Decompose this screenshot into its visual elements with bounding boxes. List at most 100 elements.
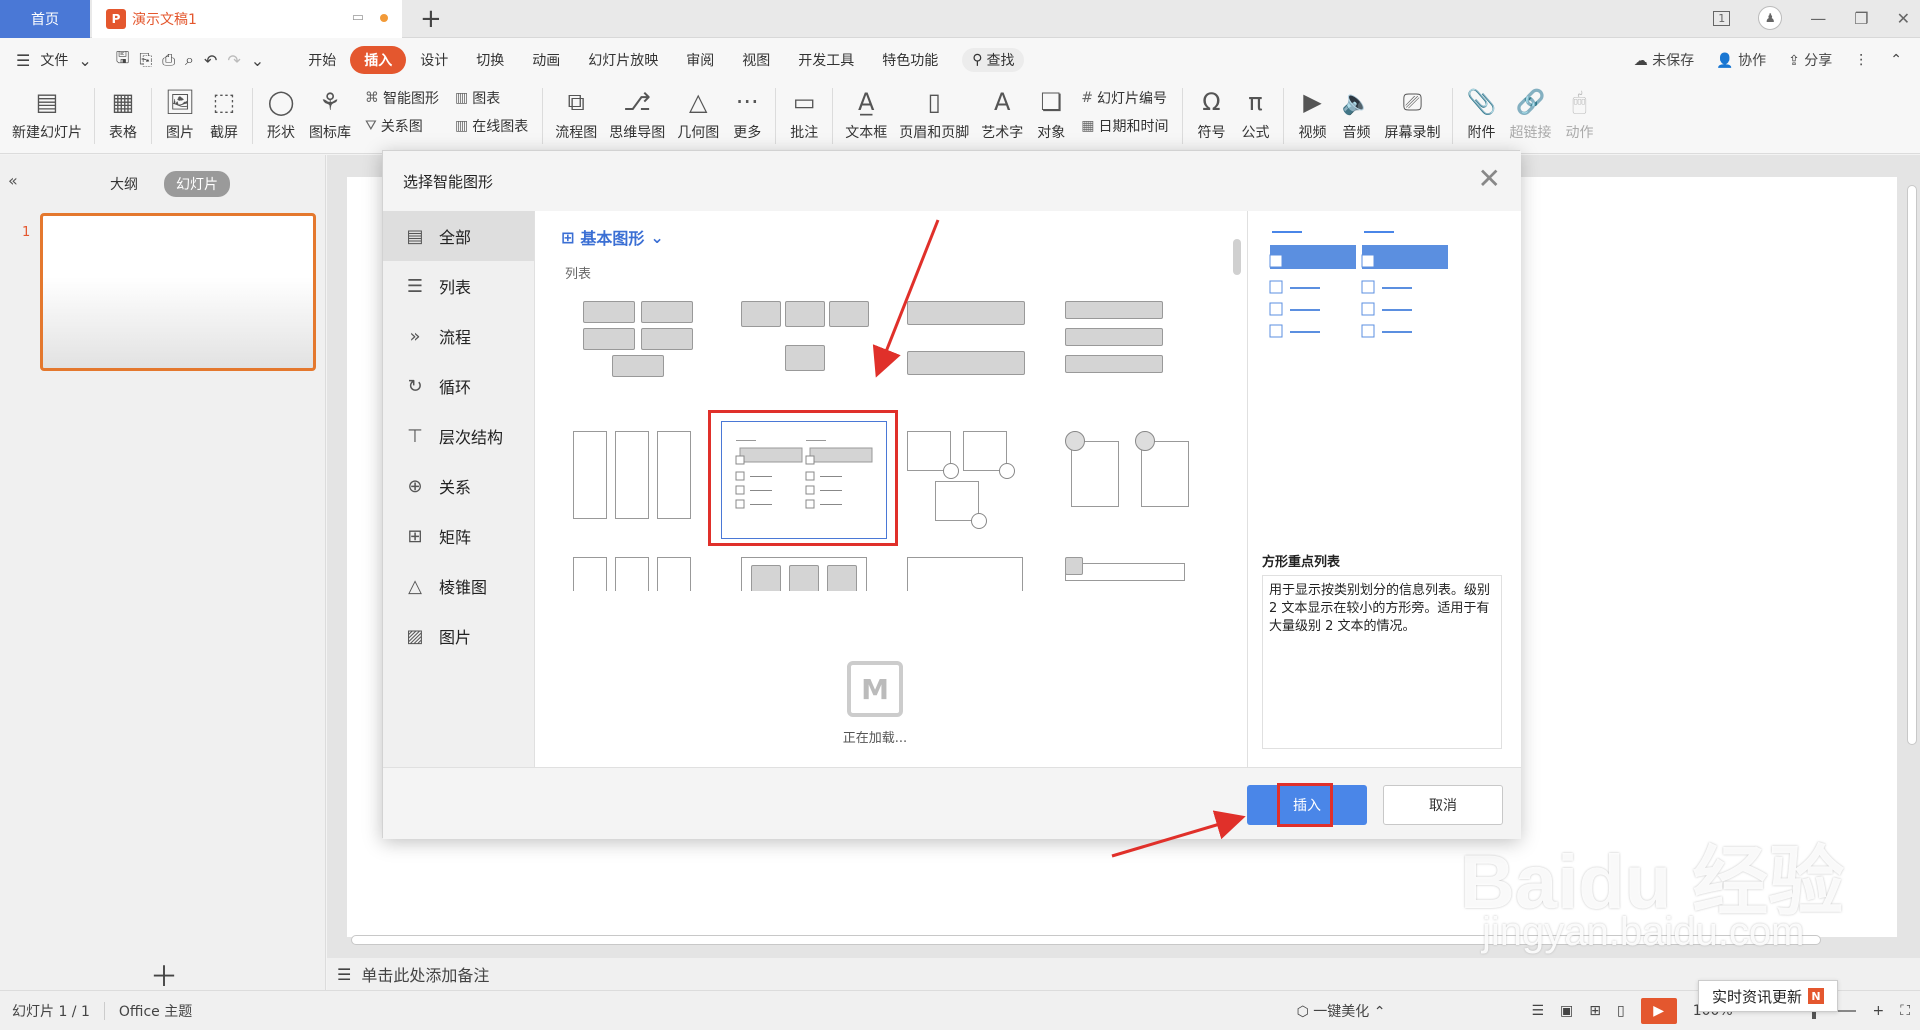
tab-review[interactable]: 审阅 bbox=[672, 46, 728, 74]
category-list-item[interactable]: ☰ 列表 bbox=[383, 261, 534, 311]
relation-button[interactable]: ⛛ 关系图 bbox=[365, 116, 439, 136]
chevron-down-icon[interactable]: ⌄ bbox=[78, 51, 91, 70]
collapse-ribbon-icon[interactable]: ⌃ bbox=[1890, 52, 1902, 68]
category-all[interactable]: ▤ 全部 bbox=[383, 211, 534, 261]
screen-record-button[interactable]: ⎚ 屏幕录制 bbox=[1378, 82, 1446, 148]
collab-button[interactable]: 👤 协作 bbox=[1716, 50, 1766, 70]
category-hierarchy[interactable]: ⊤ 层次结构 bbox=[383, 411, 534, 461]
smartart-thumbnail[interactable] bbox=[573, 431, 703, 535]
new-tab-button[interactable]: + bbox=[420, 4, 442, 34]
search-button[interactable]: ⚲ 查找 bbox=[962, 48, 1025, 72]
online-chart-button[interactable]: ▥ 在线图表 bbox=[455, 116, 528, 136]
insert-button[interactable]: 插入 bbox=[1247, 783, 1367, 827]
page-indicator-icon[interactable]: 1 bbox=[1713, 10, 1731, 26]
beautify-button[interactable]: ⬡ 一键美化 ⌃ bbox=[1297, 1001, 1386, 1021]
category-relation[interactable]: ⊕ 关系 bbox=[383, 461, 534, 511]
dialog-close-icon[interactable]: ✕ bbox=[1478, 165, 1501, 193]
icon-lib-button[interactable]: ⚘ 图标库 bbox=[303, 82, 357, 148]
tab-slideshow[interactable]: 幻灯片放映 bbox=[574, 46, 672, 74]
tab-start[interactable]: 开始 bbox=[294, 46, 350, 74]
smartart-thumbnail[interactable] bbox=[907, 301, 1037, 405]
screen-icon[interactable]: ▭ bbox=[352, 10, 364, 25]
add-slide-button[interactable]: ＋ bbox=[150, 955, 178, 995]
more-quick-icon[interactable]: ⌄ bbox=[251, 51, 264, 70]
tab-slides[interactable]: 幻灯片 bbox=[164, 171, 230, 197]
smartart-thumbnail[interactable] bbox=[741, 301, 871, 405]
more-button[interactable]: ··· 更多 bbox=[725, 82, 769, 148]
more-menu-icon[interactable]: ⋮ bbox=[1854, 52, 1868, 68]
normal-view-icon[interactable]: ▣ bbox=[1560, 1003, 1573, 1019]
close-icon[interactable]: ✕ bbox=[1897, 9, 1910, 28]
header-footer-button[interactable]: ▯ 页眉和页脚 bbox=[893, 82, 975, 148]
smartart-thumbnail[interactable] bbox=[741, 557, 871, 591]
news-popup[interactable]: 实时资讯更新 N bbox=[1698, 980, 1838, 1012]
new-slide-button[interactable]: ▤ 新建幻灯片 bbox=[6, 82, 88, 148]
restore-icon[interactable]: ❐ bbox=[1854, 9, 1868, 28]
comment-button[interactable]: ▭ 批注 bbox=[782, 82, 826, 148]
smart-art-button[interactable]: ⌘ 智能图形 bbox=[365, 88, 439, 108]
unsaved-button[interactable]: ☁ 未保存 bbox=[1634, 50, 1694, 70]
category-process[interactable]: » 流程 bbox=[383, 311, 534, 361]
notes-toggle-icon[interactable]: ☰ bbox=[1531, 1003, 1544, 1019]
object-button[interactable]: ❏ 对象 bbox=[1029, 82, 1073, 148]
geometry-button[interactable]: △ 几何图 bbox=[671, 82, 725, 148]
fit-window-icon[interactable]: ⛶ bbox=[1900, 1003, 1910, 1019]
notes-bar[interactable]: ☰ 单击此处添加备注 bbox=[327, 958, 1920, 990]
category-picture[interactable]: ▨ 图片 bbox=[383, 611, 534, 661]
category-pyramid[interactable]: △ 棱锥图 bbox=[383, 561, 534, 611]
smartart-thumbnail[interactable] bbox=[1065, 557, 1195, 591]
gallery-header[interactable]: ⊞ 基本图形 ⌄ bbox=[561, 225, 664, 249]
screenshot-button[interactable]: ⬚ 截屏 bbox=[202, 82, 246, 148]
action-button[interactable]: 🖱 动作 bbox=[1557, 82, 1601, 148]
hyperlink-button[interactable]: 🔗 超链接 bbox=[1503, 82, 1557, 148]
audio-button[interactable]: 🔈 音频 bbox=[1334, 82, 1378, 148]
tab-features[interactable]: 特色功能 bbox=[868, 46, 952, 74]
tab-outline[interactable]: 大纲 bbox=[98, 171, 150, 197]
chart-button[interactable]: ▥ 图表 bbox=[455, 88, 528, 108]
smartart-thumbnail[interactable] bbox=[573, 301, 703, 405]
image-button[interactable]: 🖼 图片 bbox=[158, 82, 202, 148]
export-icon[interactable]: ⎘ bbox=[139, 50, 152, 70]
slide-number-button[interactable]: # 幻灯片编号 bbox=[1081, 88, 1168, 108]
date-time-button[interactable]: ▦ 日期和时间 bbox=[1081, 116, 1168, 136]
formula-button[interactable]: π 公式 bbox=[1233, 82, 1277, 148]
tab-design[interactable]: 设计 bbox=[406, 46, 462, 74]
tab-animation[interactable]: 动画 bbox=[518, 46, 574, 74]
gallery-scrollbar[interactable] bbox=[1233, 239, 1241, 759]
minimize-icon[interactable]: — bbox=[1810, 9, 1826, 28]
smartart-thumbnail[interactable] bbox=[1065, 431, 1195, 535]
category-cycle[interactable]: ↻ 循环 bbox=[383, 361, 534, 411]
preview-icon[interactable]: ⌕ bbox=[185, 50, 194, 70]
tab-document[interactable]: P 演示文稿1 ▭ bbox=[92, 0, 402, 38]
tab-home[interactable]: 首页 bbox=[0, 0, 90, 38]
file-menu[interactable]: 文件 bbox=[40, 50, 68, 70]
category-matrix[interactable]: ⊞ 矩阵 bbox=[383, 511, 534, 561]
textbox-button[interactable]: A̲ 文本框 bbox=[839, 82, 893, 148]
undo-icon[interactable]: ↶ bbox=[204, 51, 217, 70]
mindmap-button[interactable]: ⎇ 思维导图 bbox=[603, 82, 671, 148]
grid-view-icon[interactable]: ⊞ bbox=[1589, 1003, 1601, 1019]
smartart-thumbnail[interactable] bbox=[907, 431, 1037, 535]
play-button[interactable]: ▶ bbox=[1640, 998, 1677, 1024]
attachment-button[interactable]: 📎 附件 bbox=[1459, 82, 1503, 148]
vertical-scrollbar[interactable] bbox=[1904, 169, 1920, 1019]
redo-icon[interactable]: ↷ bbox=[227, 51, 240, 70]
print-icon[interactable]: ⎙ bbox=[162, 50, 175, 70]
smartart-thumbnail[interactable] bbox=[907, 557, 1037, 591]
theme-name[interactable]: Office 主题 bbox=[119, 1001, 192, 1021]
table-button[interactable]: ▦ 表格 bbox=[101, 82, 145, 148]
tab-view[interactable]: 视图 bbox=[728, 46, 784, 74]
tab-insert[interactable]: 插入 bbox=[350, 46, 407, 74]
horizontal-scrollbar[interactable] bbox=[327, 933, 1907, 947]
flowchart-button[interactable]: ⧉ 流程图 bbox=[549, 82, 603, 148]
zoom-in-icon[interactable]: + bbox=[1872, 1003, 1884, 1019]
video-button[interactable]: ▶ 视频 bbox=[1290, 82, 1334, 148]
share-button[interactable]: ⇪ 分享 bbox=[1788, 50, 1832, 70]
slide-thumbnail[interactable] bbox=[40, 213, 316, 371]
cancel-button[interactable]: 取消 bbox=[1383, 785, 1503, 825]
save-icon[interactable]: 🖫 bbox=[116, 47, 130, 74]
collapse-panel-icon[interactable]: « bbox=[8, 171, 18, 190]
avatar[interactable]: ♟ bbox=[1758, 6, 1783, 30]
reading-view-icon[interactable]: ▯ bbox=[1617, 1003, 1625, 1019]
shape-button[interactable]: ◯ 形状 bbox=[259, 82, 303, 148]
